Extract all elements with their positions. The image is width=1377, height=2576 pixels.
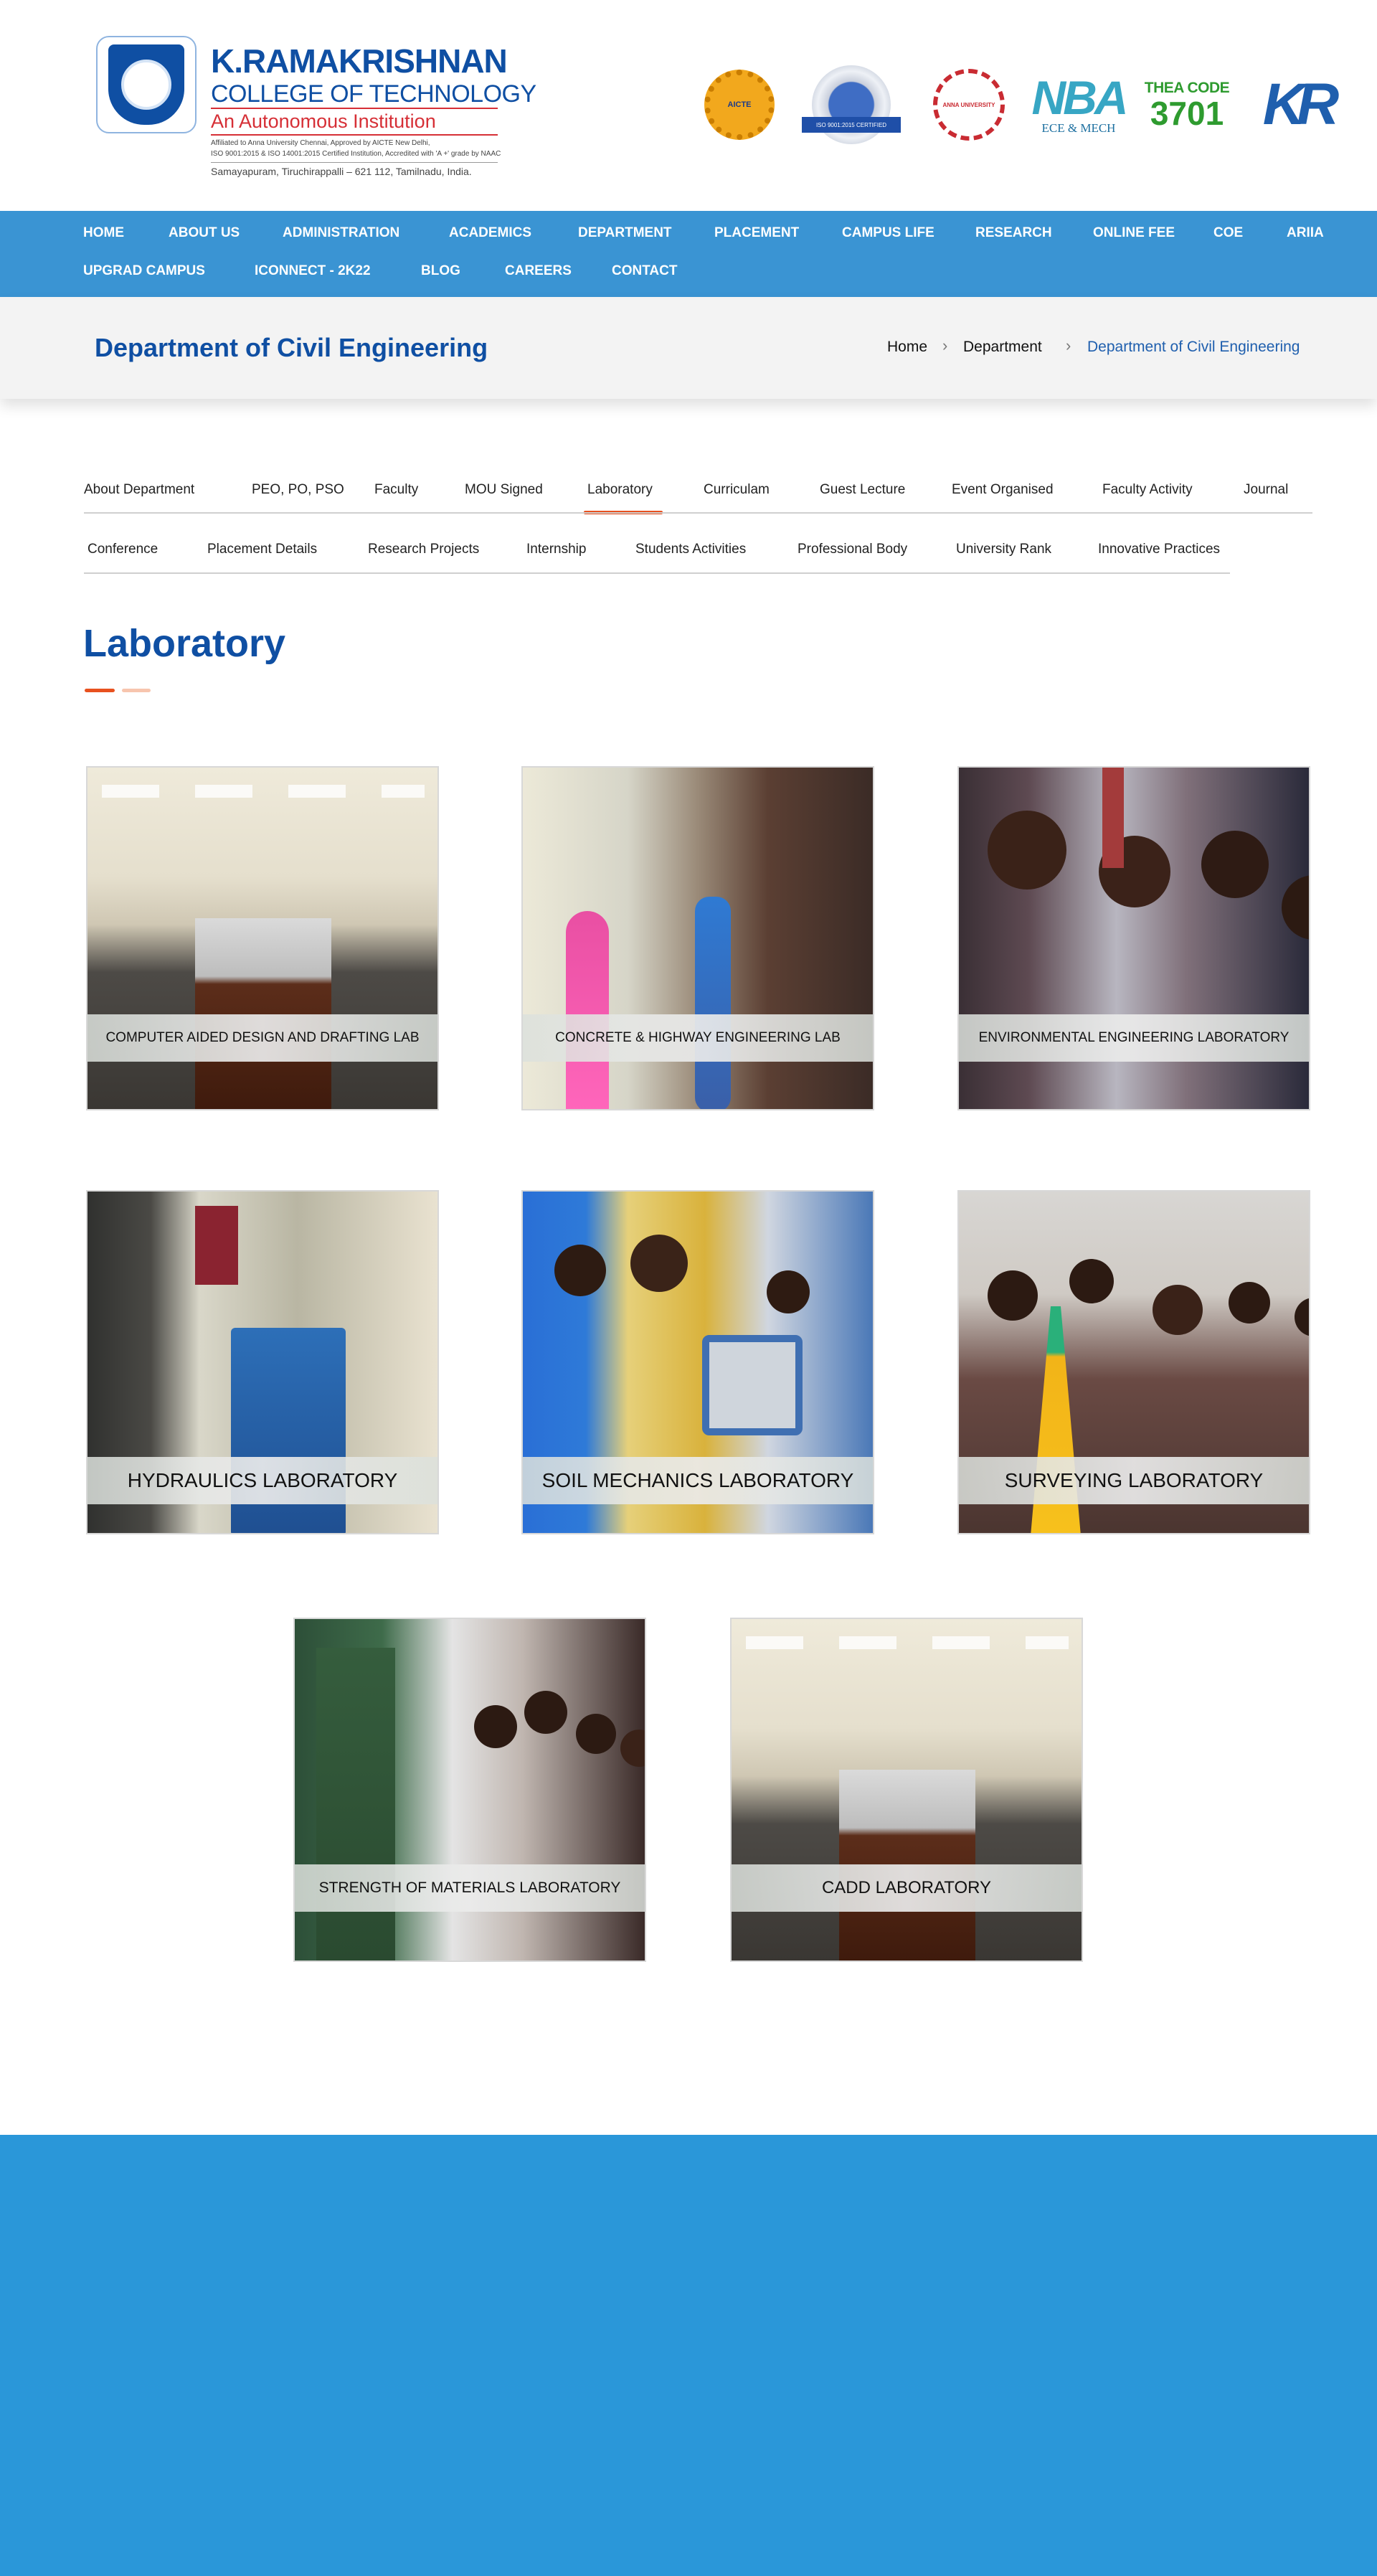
logo-address: Samayapuram, Tiruchirappalli – 621 112, … [211, 162, 498, 177]
kr-logo-icon: KR [1262, 72, 1339, 137]
heading-accent-bar [85, 689, 115, 692]
college-logo[interactable]: K.RAMAKRISHNAN COLLEGE OF TECHNOLOGY An … [96, 32, 536, 179]
lab-caption: SOIL MECHANICS LABORATORY [523, 1457, 873, 1504]
lab-card-strength-of-materials[interactable]: STRENGTH OF MATERIALS LABORATORY [293, 1618, 646, 1962]
lab-card-environmental[interactable]: ENVIRONMENTAL ENGINEERING LABORATORY [957, 766, 1310, 1110]
tab-journal[interactable]: Journal [1244, 482, 1288, 498]
tab-about-department[interactable]: About Department [84, 482, 194, 498]
tab-curriculam[interactable]: Curriculam [704, 482, 770, 498]
nav-research[interactable]: RESEARCH [975, 225, 1052, 241]
nav-ariia[interactable]: ARIIA [1287, 225, 1324, 241]
lab-caption: STRENGTH OF MATERIALS LABORATORY [295, 1864, 645, 1912]
breadcrumb-department[interactable]: Department [963, 339, 1042, 356]
site-footer [0, 2135, 1377, 2576]
nav-placement[interactable]: PLACEMENT [714, 225, 799, 241]
logo-affiliation: Affiliated to Anna University Chennai, A… [211, 138, 501, 159]
page-title: Department of Civil Engineering [95, 333, 488, 362]
lab-caption: HYDRAULICS LABORATORY [87, 1457, 437, 1504]
tab-event-organised[interactable]: Event Organised [952, 482, 1054, 498]
tab-innovative-practices[interactable]: Innovative Practices [1098, 542, 1220, 557]
tab-university-rank[interactable]: University Rank [956, 542, 1051, 557]
kr-group-logo[interactable]: KR [1252, 65, 1341, 145]
tab-guest-lecture[interactable]: Guest Lecture [820, 482, 905, 498]
lab-card-soil-mechanics[interactable]: SOIL MECHANICS LABORATORY [521, 1190, 874, 1534]
lab-card-concrete-highway[interactable]: CONCRETE & HIGHWAY ENGINEERING LAB [521, 766, 874, 1110]
nav-academics[interactable]: ACADEMICS [449, 225, 531, 241]
iso-certified-badge: ISO 9001:2015 CERTIFIED [799, 65, 904, 145]
section-heading: Laboratory [83, 622, 286, 665]
heading-accent-bar-light [122, 689, 151, 692]
tab-peo-po-pso[interactable]: PEO, PO, PSO [252, 482, 344, 498]
breadcrumb-current: Department of Civil Engineering [1087, 339, 1300, 355]
nav-iconnect[interactable]: ICONNECT - 2K22 [255, 263, 371, 279]
tab-professional-body[interactable]: Professional Body [798, 542, 907, 557]
site-header: K.RAMAKRISHNAN COLLEGE OF TECHNOLOGY An … [0, 0, 1377, 211]
tab-faculty[interactable]: Faculty [374, 482, 418, 498]
tab-laboratory[interactable]: Laboratory [587, 482, 653, 498]
lab-caption: CONCRETE & HIGHWAY ENGINEERING LAB [523, 1014, 873, 1062]
main-nav: HOME ABOUT US ADMINISTRATION ACADEMICS D… [0, 211, 1377, 297]
logo-college-name: K.RAMAKRISHNAN [211, 42, 508, 80]
nav-about-us[interactable]: ABOUT US [169, 225, 240, 241]
nav-administration[interactable]: ADMINISTRATION [283, 225, 399, 241]
lab-caption: COMPUTER AIDED DESIGN AND DRAFTING LAB [87, 1014, 437, 1062]
thea-code-badge: THEA CODE 3701 [1140, 65, 1234, 145]
nav-careers[interactable]: CAREERS [505, 263, 572, 279]
tab-internship[interactable]: Internship [526, 542, 586, 557]
lab-caption: CADD LABORATORY [732, 1864, 1082, 1912]
lab-card-cadd-drafting[interactable]: COMPUTER AIDED DESIGN AND DRAFTING LAB [86, 766, 439, 1110]
thea-code-value: 3701 [1150, 95, 1224, 132]
tab-students-activities[interactable]: Students Activities [635, 542, 746, 557]
chevron-right-icon: › [1066, 336, 1071, 354]
nav-home[interactable]: HOME [83, 225, 124, 241]
chevron-right-icon: › [942, 336, 948, 354]
nav-upgrad-campus[interactable]: UPGRAD CAMPUS [83, 263, 205, 279]
nba-badge: NBA ECE & MECH [1032, 65, 1129, 145]
lab-card-hydraulics[interactable]: HYDRAULICS LABORATORY [86, 1190, 439, 1534]
lab-card-surveying[interactable]: SURVEYING LABORATORY [957, 1190, 1310, 1534]
logo-autonomous-tag: An Autonomous Institution [211, 108, 498, 136]
aicte-badge: AICTE [701, 65, 777, 145]
tab-research-projects[interactable]: Research Projects [368, 542, 479, 557]
tab-faculty-activity[interactable]: Faculty Activity [1102, 482, 1193, 498]
tab-placement-details[interactable]: Placement Details [207, 542, 317, 557]
tab-row-divider [84, 512, 1312, 514]
nav-department[interactable]: DEPARTMENT [578, 225, 672, 241]
logo-college-subtitle: COLLEGE OF TECHNOLOGY [211, 80, 536, 108]
tab-conference[interactable]: Conference [87, 542, 158, 557]
nav-coe[interactable]: COE [1213, 225, 1243, 241]
iso-ribbon: ISO 9001:2015 CERTIFIED [802, 117, 901, 133]
nav-online-fee[interactable]: ONLINE FEE [1093, 225, 1175, 241]
logo-affiliation-line-2: ISO 9001:2015 & ISO 14001:2015 Certified… [211, 150, 501, 158]
lab-caption: SURVEYING LABORATORY [959, 1457, 1309, 1504]
college-emblem-icon [96, 36, 197, 133]
page-title-bar: Department of Civil Engineering Home › D… [0, 297, 1377, 399]
breadcrumb-home[interactable]: Home [887, 339, 927, 356]
anna-university-seal-icon: ANNA UNIVERSITY [933, 69, 1005, 141]
lab-caption: ENVIRONMENTAL ENGINEERING LABORATORY [959, 1014, 1309, 1062]
anna-university-badge: ANNA UNIVERSITY [929, 65, 1008, 145]
aicte-badge-icon: AICTE [704, 70, 775, 140]
nba-programs: ECE & MECH [1041, 121, 1116, 135]
nba-logo: NBA [1031, 71, 1129, 124]
lab-card-cadd[interactable]: CADD LABORATORY [730, 1618, 1083, 1962]
iso-seal-icon: ISO 9001:2015 CERTIFIED [802, 65, 901, 144]
tab-row-divider [84, 572, 1230, 574]
nav-blog[interactable]: BLOG [421, 263, 460, 279]
nav-contact[interactable]: CONTACT [612, 263, 677, 279]
logo-affiliation-line-1: Affiliated to Anna University Chennai, A… [211, 139, 430, 147]
tab-mou-signed[interactable]: MOU Signed [465, 482, 543, 498]
nav-campus-life[interactable]: CAMPUS LIFE [842, 225, 934, 241]
